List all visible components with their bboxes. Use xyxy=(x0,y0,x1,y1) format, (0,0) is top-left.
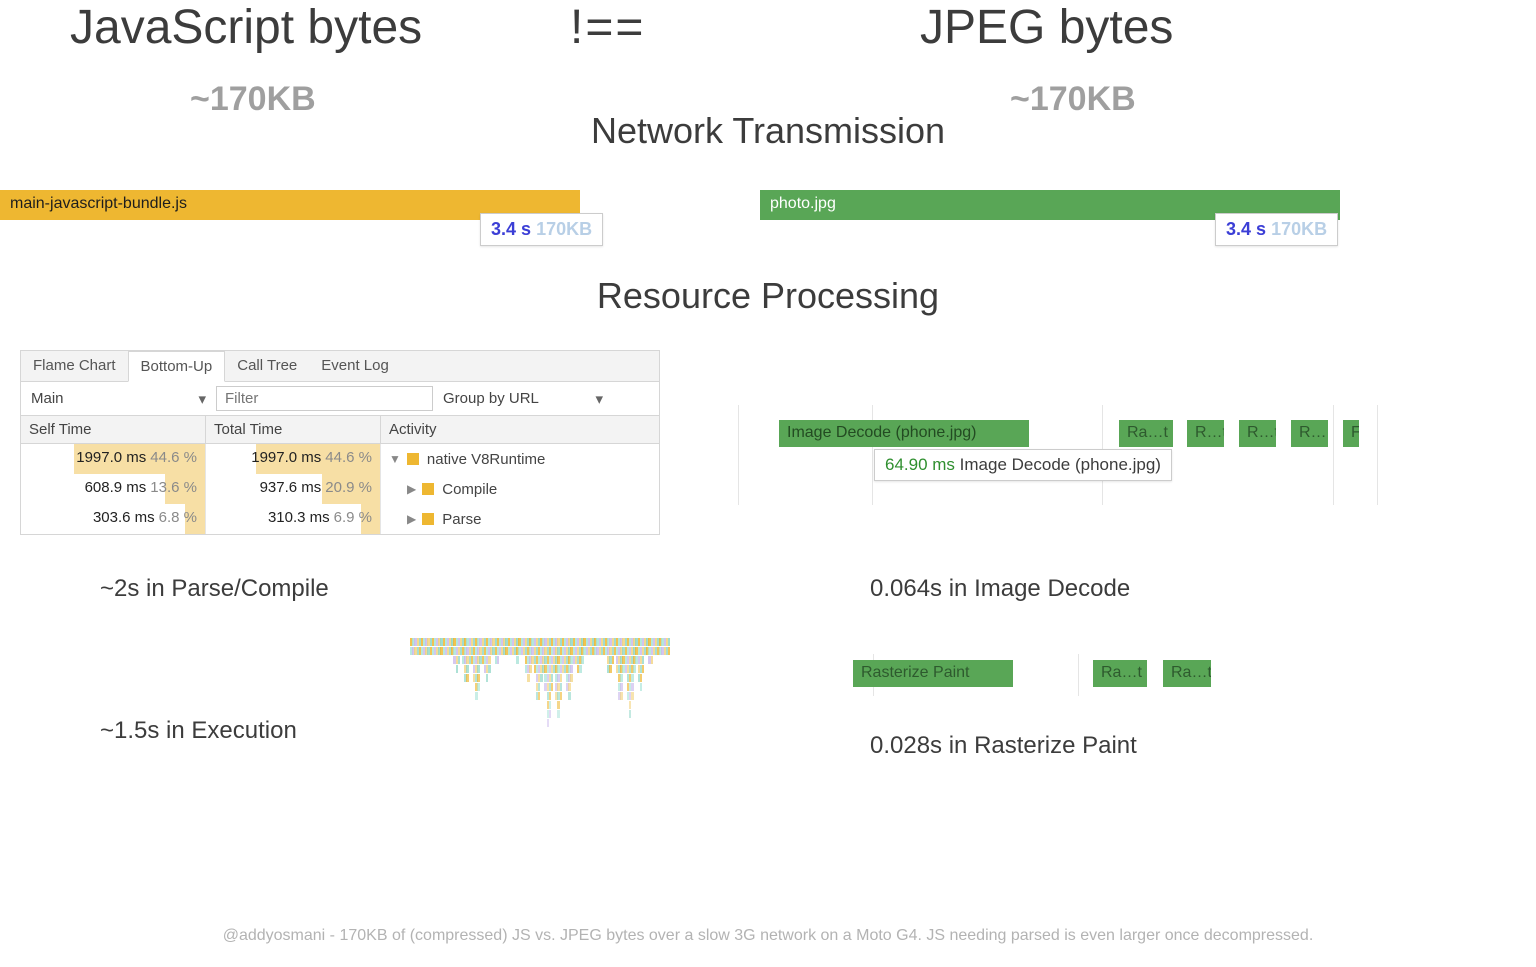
tab-bottom-up[interactable]: Bottom-Up xyxy=(128,351,226,382)
summary-image-decode: 0.064s in Image Decode xyxy=(870,575,1130,603)
profile-rows: 1997.0 ms44.6 %1997.0 ms44.6 %▼native V8… xyxy=(21,444,659,534)
col-activity: Activity xyxy=(381,416,659,443)
decode-block-small: R…t xyxy=(1239,420,1276,447)
tab-call-tree[interactable]: Call Tree xyxy=(225,351,309,381)
decode-block-small: R… xyxy=(1291,420,1328,447)
devtools-panel: Flame Chart Bottom-Up Call Tree Event Lo… xyxy=(20,350,660,535)
profile-row[interactable]: 1997.0 ms44.6 %1997.0 ms44.6 %▼native V8… xyxy=(21,444,659,474)
summary-execution: ~1.5s in Execution xyxy=(100,717,297,745)
section-network: Network Transmission xyxy=(0,110,1536,152)
profile-row[interactable]: 303.6 ms6.8 %310.3 ms6.9 %▶Parse xyxy=(21,504,659,534)
decode-block-small: Ra…t xyxy=(1119,420,1173,447)
decode-block: Image Decode (phone.jpg) xyxy=(779,420,1029,447)
raster-block-small: Ra…t xyxy=(1163,660,1211,687)
decode-tooltip-time: 64.90 ms xyxy=(885,455,955,474)
image-decode-timeline: Image Decode (phone.jpg) Ra…t R…t R…t R…… xyxy=(738,405,1378,505)
decode-block-small: F xyxy=(1343,420,1359,447)
decode-tooltip-label: Image Decode (phone.jpg) xyxy=(960,455,1161,474)
columns-header: Self Time Total Time Activity xyxy=(21,416,659,444)
title-mid: !== xyxy=(570,0,645,55)
section-processing: Resource Processing xyxy=(0,275,1536,317)
tab-flame-chart[interactable]: Flame Chart xyxy=(21,351,128,381)
col-total-time: Total Time xyxy=(206,416,381,443)
flame-graph-icon xyxy=(410,638,670,778)
caption: @addyosmani - 170KB of (compressed) JS v… xyxy=(0,927,1536,945)
network-time-js: 3.4 s xyxy=(491,219,531,239)
title-right: JPEG bytes xyxy=(920,0,1173,55)
decode-tooltip: 64.90 ms Image Decode (phone.jpg) xyxy=(874,449,1172,481)
decode-block-small: R…t xyxy=(1187,420,1224,447)
profile-row[interactable]: 608.9 ms13.6 %937.6 ms20.9 %▶Compile xyxy=(21,474,659,504)
network-badge-jpeg: 3.4 s 170KB xyxy=(1215,213,1338,246)
filter-input[interactable] xyxy=(216,386,433,411)
col-self-time: Self Time xyxy=(21,416,206,443)
raster-timeline: Rasterize Paint Ra…t Ra…t xyxy=(853,660,1253,690)
raster-block: Rasterize Paint xyxy=(853,660,1013,687)
network-size-jpeg: 170KB xyxy=(1271,219,1327,239)
group-by-select[interactable]: Group by URL xyxy=(433,384,613,413)
thread-select[interactable]: Main xyxy=(21,384,216,413)
network-time-jpeg: 3.4 s xyxy=(1226,219,1266,239)
tab-event-log[interactable]: Event Log xyxy=(309,351,401,381)
title-left: JavaScript bytes xyxy=(70,0,422,55)
summary-parse-compile: ~2s in Parse/Compile xyxy=(100,575,329,603)
network-size-js: 170KB xyxy=(536,219,592,239)
raster-block-small: Ra…t xyxy=(1093,660,1147,687)
network-badge-js: 3.4 s 170KB xyxy=(480,213,603,246)
devtools-tabs: Flame Chart Bottom-Up Call Tree Event Lo… xyxy=(21,351,659,382)
summary-rasterize: 0.028s in Rasterize Paint xyxy=(870,732,1137,760)
